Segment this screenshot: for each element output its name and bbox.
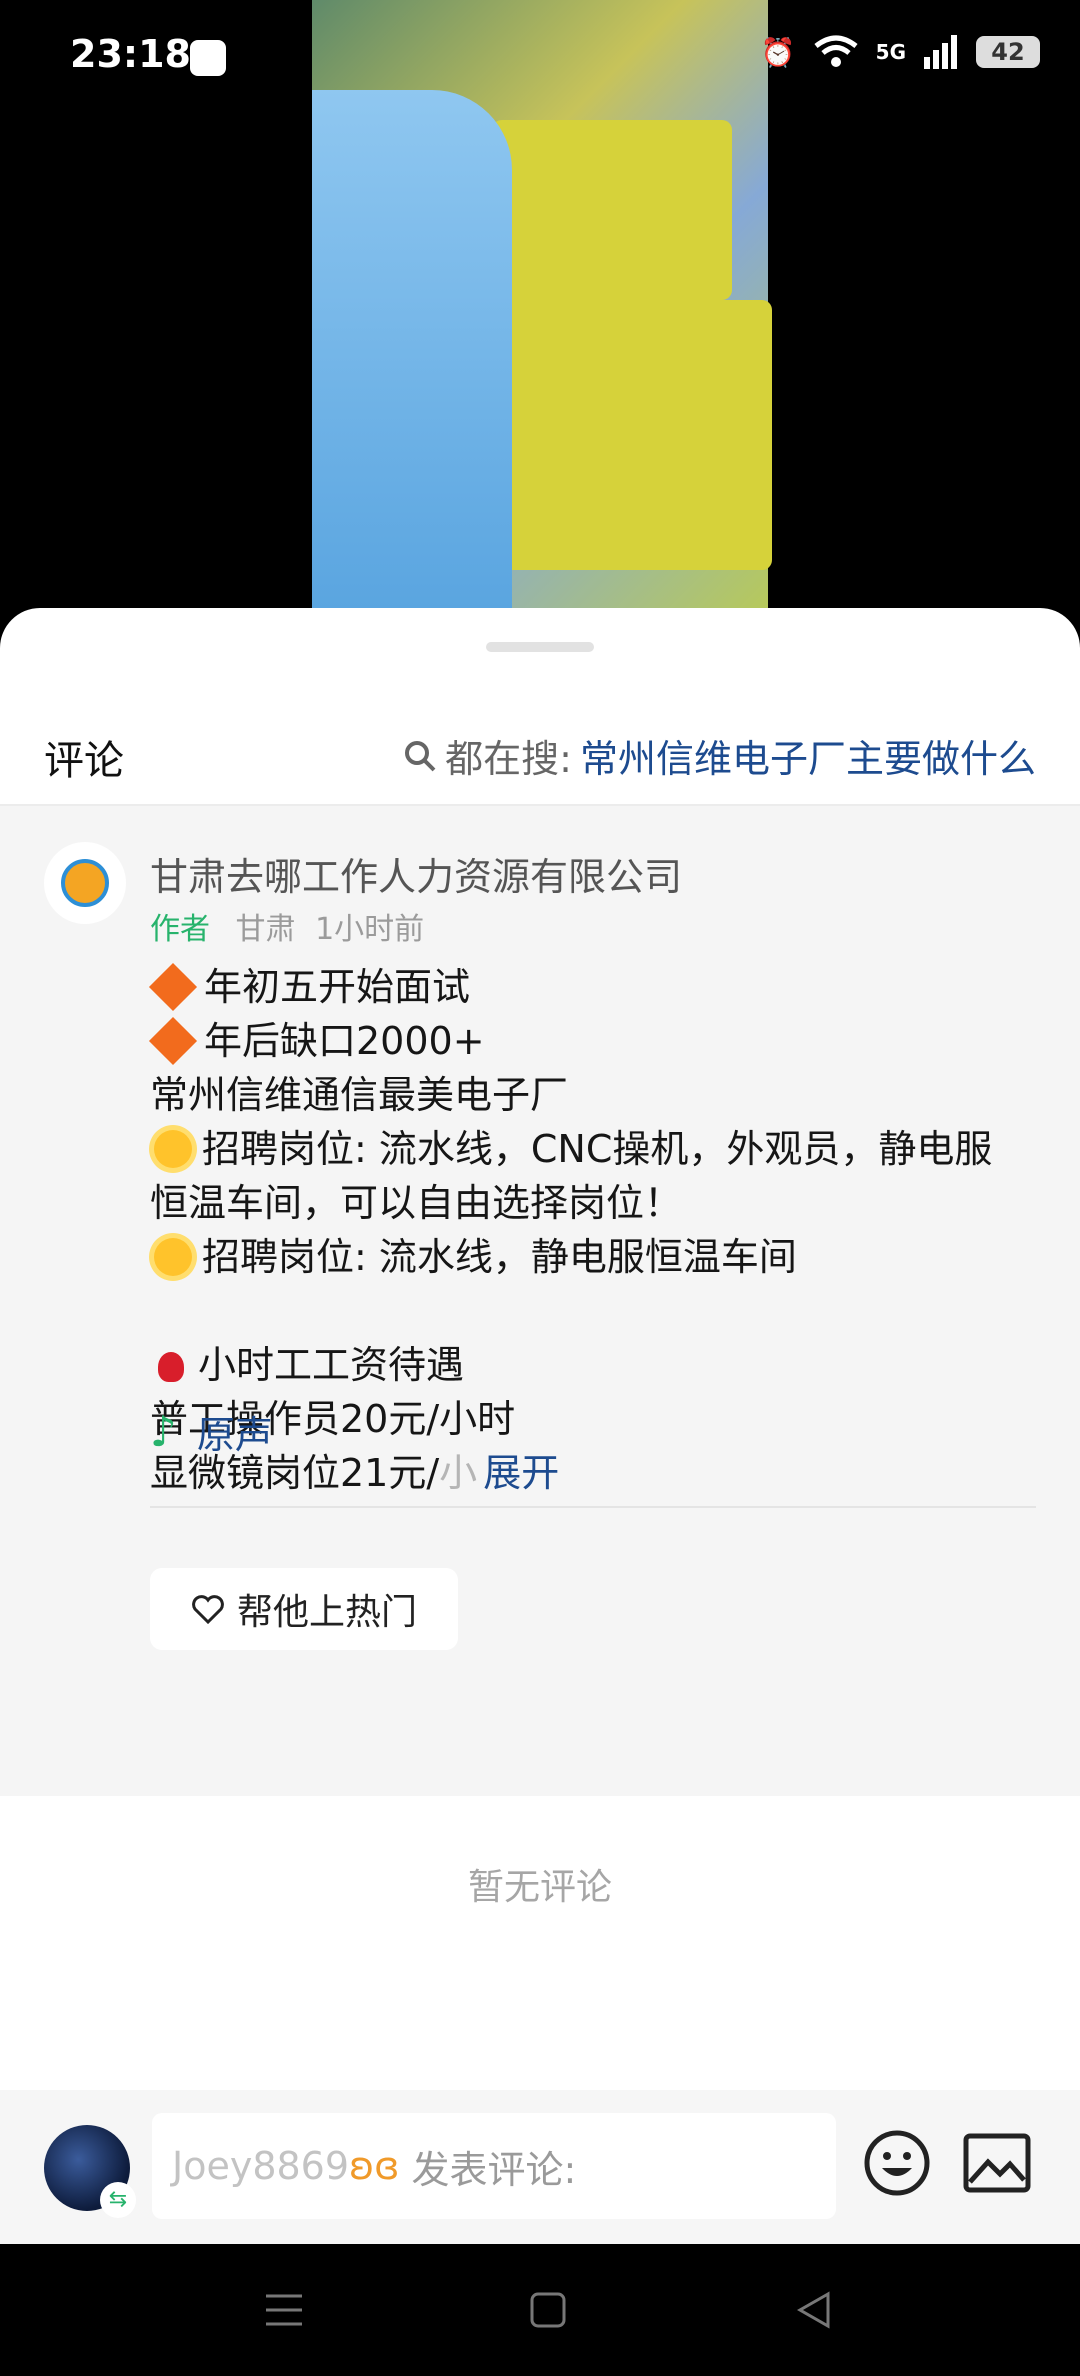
signal-icon: [924, 35, 957, 69]
comments-title: 评论: [44, 738, 124, 784]
content-line: 显微镜岗位21元/小 展开: [150, 1451, 560, 1495]
author-avatar[interactable]: [44, 842, 126, 924]
post-time: 1小时前: [315, 912, 425, 947]
original-sound-label: 原声: [196, 1413, 273, 1457]
firecracker-icon: [148, 1016, 198, 1066]
boost-hot-label: 帮他上热门: [236, 1592, 417, 1633]
comment-input-bar: ⇆ Joey8869 ʚɞ 发表评论:: [0, 2090, 1080, 2244]
comment-username: Joey8869: [172, 2144, 350, 2188]
no-comments-label: 暂无评论: [467, 1867, 612, 1908]
app-notification-icon: [190, 40, 226, 76]
content-line: 普工操作员20元/小时: [150, 1397, 516, 1441]
search-icon: [405, 740, 436, 771]
content-blank-line: [150, 1284, 1040, 1338]
content-line: 招聘岗位: 流水线，CNC操机，外观员，静电服: [150, 1122, 1040, 1176]
content-line: 年后缺口2000+: [148, 1014, 1040, 1068]
video-worker: [312, 90, 512, 610]
sun-icon: [154, 1130, 192, 1168]
emoji-icon[interactable]: [862, 2128, 932, 2198]
expand-link[interactable]: 展开: [483, 1451, 559, 1495]
author-post: 甘肃去哪工作人力资源有限公司 作者 甘肃 1小时前 年初五开始面试 年后缺口20…: [0, 806, 1080, 1796]
system-nav-bar: [0, 2244, 1080, 2376]
content-line: 常州信维通信最美电子厂: [150, 1073, 569, 1117]
back-nav-icon[interactable]: [792, 2288, 836, 2332]
status-icons: ⏰ 5G 42: [761, 34, 1040, 70]
status-bar: 23:18 ⏰ 5G 42: [0, 0, 1080, 120]
network-label: 5G: [875, 40, 906, 64]
author-name[interactable]: 甘肃去哪工作人力资源有限公司: [150, 846, 682, 901]
wifi-icon: [814, 35, 858, 67]
comment-placeholder: 发表评论:: [411, 2147, 577, 2192]
content-line: 小时工工资待遇: [150, 1338, 1040, 1392]
switch-account-icon[interactable]: ⇆: [100, 2182, 136, 2218]
post-meta: 作者 甘肃 1小时前: [150, 904, 424, 948]
video-tray-2: [472, 300, 772, 570]
content-line: 恒温车间，可以自由选择岗位！: [150, 1181, 683, 1225]
trending-search[interactable]: 都在搜: 常州信维电子厂主要做什么: [403, 728, 1036, 783]
post-location: 甘肃: [235, 912, 296, 947]
search-prefix: 都在搜:: [445, 737, 572, 781]
author-logo-icon: [61, 859, 109, 907]
post-content: 年初五开始面试 年后缺口2000+ 常州信维通信最美电子厂 招聘岗位: 流水线，…: [148, 960, 1040, 1500]
comment-input[interactable]: Joey8869 ʚɞ 发表评论:: [152, 2113, 836, 2219]
sun-icon: [154, 1238, 192, 1276]
home-nav-icon[interactable]: [526, 2288, 570, 2332]
menu-nav-icon[interactable]: [262, 2288, 306, 2332]
rose-icon: [158, 1352, 184, 1382]
boost-hot-button[interactable]: 帮他上热门: [150, 1568, 458, 1650]
status-time: 23:18: [70, 32, 191, 76]
search-query-link[interactable]: 常州信维电子厂主要做什么: [580, 728, 1036, 783]
content-line: 年初五开始面试: [148, 960, 1040, 1014]
author-tag: 作者: [150, 912, 210, 947]
video-tray-1: [492, 120, 732, 300]
battery-indicator: 42: [976, 36, 1040, 68]
comment-sheet: 评论 都在搜: 常州信维电子厂主要做什么 甘肃去哪工作人力资源有限公司 作者 甘…: [0, 608, 1080, 2244]
content-line: 招聘岗位: 流水线，静电服恒温车间: [150, 1230, 1040, 1284]
faded-text: 小: [439, 1451, 478, 1495]
post-divider: [150, 1506, 1036, 1508]
original-sound[interactable]: ♪ 原声: [150, 1404, 273, 1459]
image-icon[interactable]: [962, 2132, 1032, 2194]
butterfly-icon: ʚɞ: [349, 2144, 400, 2188]
alarm-icon: ⏰: [760, 35, 796, 69]
heart-icon: [192, 1595, 224, 1624]
sheet-header: 评论 都在搜: 常州信维电子厂主要做什么: [0, 718, 1080, 798]
firecracker-icon: [148, 962, 198, 1012]
sheet-drag-handle[interactable]: [486, 642, 594, 652]
music-note-icon: ♪: [150, 1407, 177, 1456]
